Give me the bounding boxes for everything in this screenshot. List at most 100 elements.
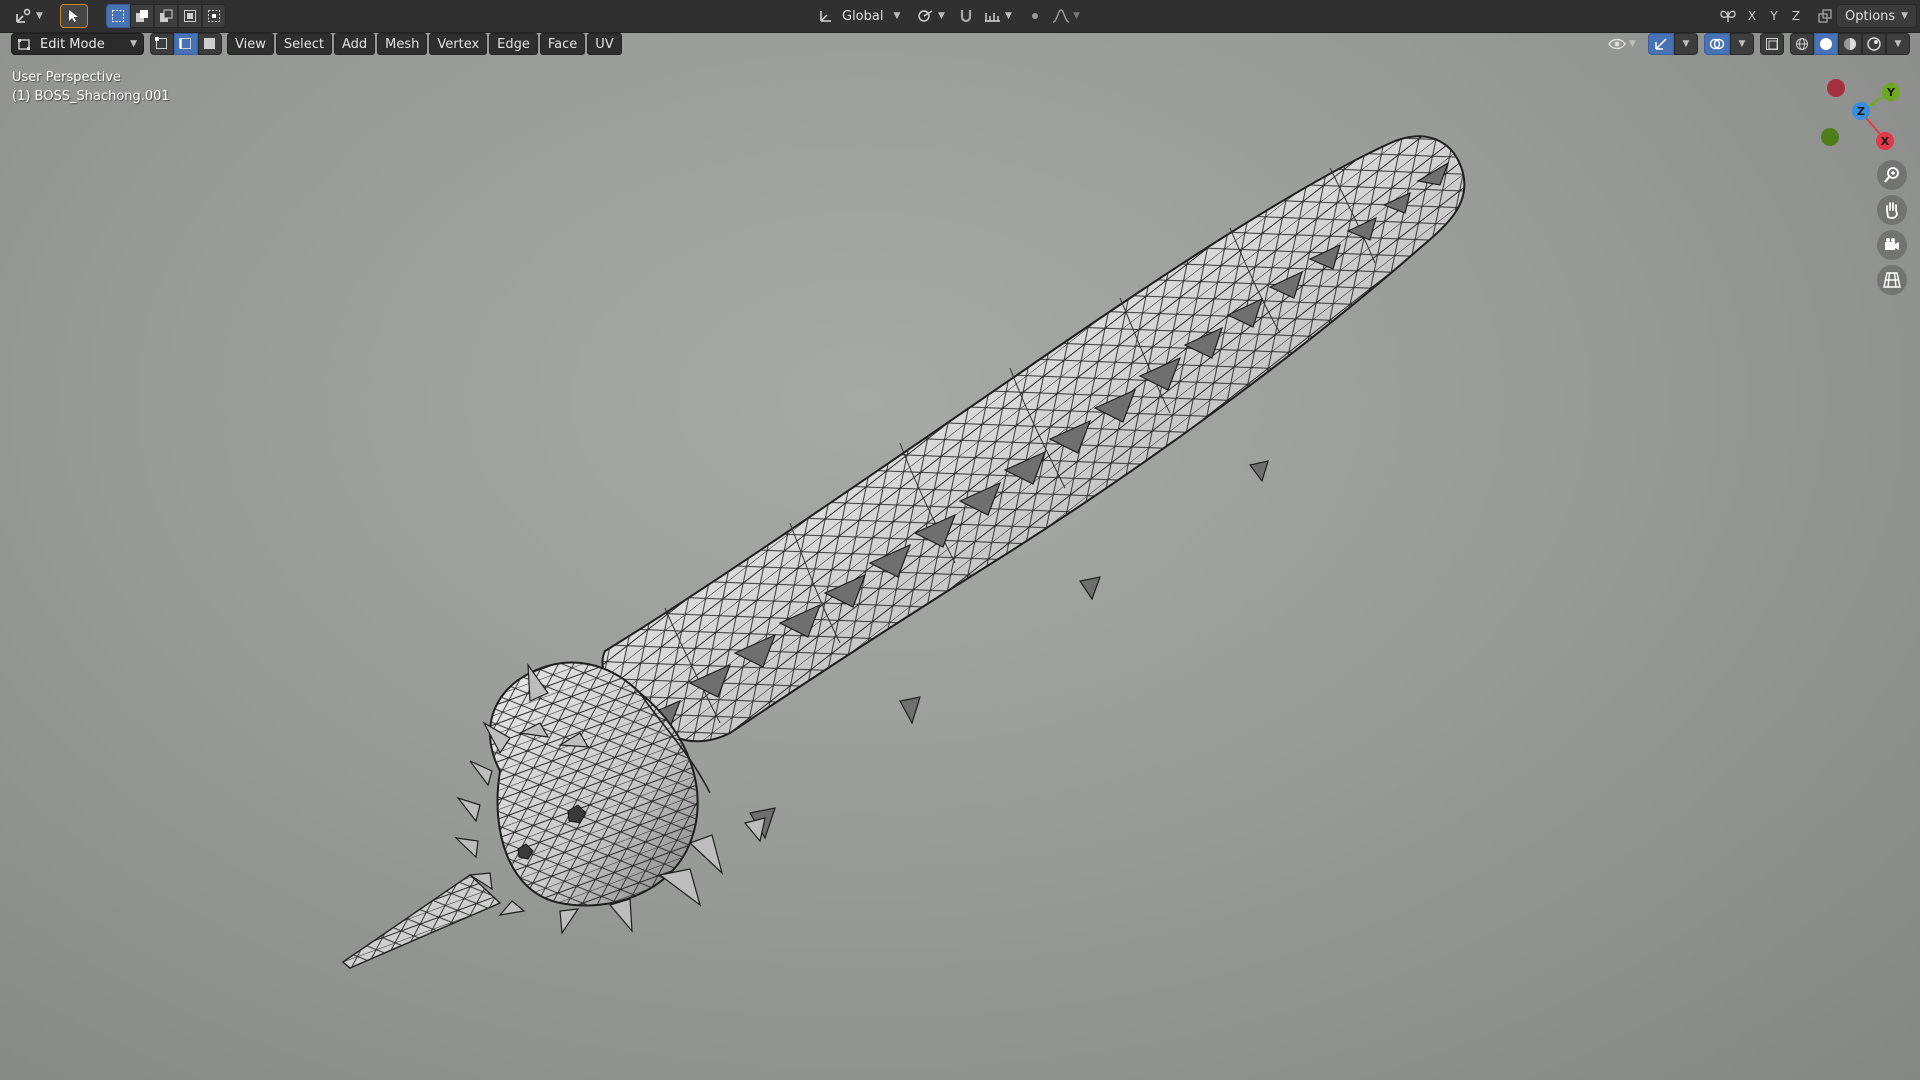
- mirror-z-toggle[interactable]: Z: [1786, 6, 1806, 26]
- chevron-down-icon: ▼: [1682, 39, 1690, 49]
- mesh-select-mode-group: [150, 33, 222, 55]
- pivot-icon: [918, 10, 933, 22]
- gizmo-z-ball[interactable]: Z: [1852, 102, 1870, 120]
- chevron-down-icon: ▼: [36, 11, 43, 21]
- snap-increment-icon: [985, 13, 1000, 22]
- mode-dropdown[interactable]: Edit Mode ▼: [11, 33, 144, 55]
- rendered-icon: [1867, 37, 1881, 51]
- 3d-viewport[interactable]: [0, 33, 1920, 1080]
- xray-icon: [1766, 38, 1778, 50]
- solid-icon: [1820, 38, 1832, 50]
- chevron-down-icon: ▼: [1901, 11, 1909, 21]
- select-mode-invert-button[interactable]: [178, 4, 202, 28]
- orientation-axes-icon: [820, 11, 831, 22]
- menu-uv[interactable]: UV: [587, 33, 622, 55]
- object-gizmo-icon: [16, 8, 31, 23]
- zoom-icon: [1884, 167, 1899, 183]
- edit-mode-icon: [18, 39, 30, 50]
- shading-wireframe-button[interactable]: [1790, 33, 1814, 55]
- face-select-icon: [204, 38, 215, 49]
- gizmo-neg-x-ball[interactable]: [1827, 79, 1845, 97]
- magnet-icon: [960, 10, 972, 23]
- camera-icon: [1885, 238, 1899, 250]
- pan-hand-icon: [1886, 202, 1898, 219]
- gizmo-icon: [1655, 38, 1667, 50]
- overlays-dropdown[interactable]: ▼: [1730, 33, 1754, 55]
- shading-solid-button[interactable]: [1814, 33, 1838, 55]
- select-extend-icon: [136, 10, 148, 22]
- proportional-editing-toggle[interactable]: [1025, 4, 1045, 28]
- visibility-dropdown[interactable]: ▼: [1602, 33, 1642, 55]
- grid-ortho-icon: [1883, 272, 1901, 288]
- menu-edge[interactable]: Edge: [489, 33, 538, 55]
- pan-button[interactable]: [1877, 195, 1907, 225]
- gizmo-toggle[interactable]: [1648, 33, 1674, 55]
- select-tool-button[interactable]: [60, 4, 88, 28]
- select-mode-new-button[interactable]: [106, 4, 130, 28]
- perspective-toggle-button[interactable]: [1877, 265, 1907, 295]
- camera-view-button[interactable]: [1877, 230, 1907, 260]
- proportional-icon: [1032, 13, 1038, 19]
- mirror-y-toggle[interactable]: Y: [1764, 6, 1784, 26]
- mesh-body: [601, 135, 1466, 743]
- gizmo-dropdown[interactable]: ▼: [1674, 33, 1698, 55]
- pivot-point-dropdown[interactable]: ▼: [913, 4, 949, 28]
- viewport-header-right: ▼ ▼ ▼ ▼: [1602, 33, 1910, 55]
- falloff-curve-icon: [1052, 9, 1070, 23]
- eye-icon: [1608, 38, 1626, 50]
- transform-orientation-dropdown[interactable]: Global ▼: [810, 4, 908, 28]
- cursor-select-icon: [69, 10, 78, 22]
- navigation-gizmo[interactable]: Y Z X: [1810, 72, 1910, 162]
- mirror-x-toggle[interactable]: X: [1742, 6, 1762, 26]
- tool-header: ▼ Global ▼ ▼ ▼ ▼ X Y Z Options ▼: [0, 0, 1920, 33]
- menu-view[interactable]: View: [227, 33, 274, 55]
- zoom-button[interactable]: [1877, 160, 1907, 190]
- viewport-header: Edit Mode ▼ View Select Add Mesh Vertex …: [0, 33, 1920, 57]
- butterfly-mirror-icon: [1720, 10, 1736, 22]
- snap-target-dropdown[interactable]: ▼: [981, 4, 1015, 28]
- vertex-select-button[interactable]: [150, 33, 174, 55]
- shading-rendered-button[interactable]: [1862, 33, 1886, 55]
- snap-toggle[interactable]: [955, 4, 977, 28]
- select-mode-extend-button[interactable]: [130, 4, 154, 28]
- mode-label: Edit Mode: [40, 36, 105, 52]
- select-mode-subtract-button[interactable]: [154, 4, 178, 28]
- menu-face[interactable]: Face: [539, 33, 586, 55]
- edge-select-button[interactable]: [174, 33, 198, 55]
- gizmo-neg-y-ball[interactable]: [1821, 128, 1839, 146]
- transform-orientation-label: Global: [842, 8, 884, 24]
- wireframe-icon: [1796, 38, 1808, 50]
- options-dropdown[interactable]: Options ▼: [1836, 4, 1918, 28]
- menu-add[interactable]: Add: [333, 33, 376, 55]
- select-mode-intersect-button[interactable]: [202, 4, 226, 28]
- menu-mesh[interactable]: Mesh: [377, 33, 428, 55]
- overlays-toggle[interactable]: [1704, 33, 1730, 55]
- select-subtract-icon: [160, 9, 173, 22]
- chevron-down-icon: ▼: [1894, 39, 1902, 49]
- chevron-down-icon: ▼: [130, 39, 137, 49]
- active-object-name: (1) BOSS_Shachong.001: [12, 89, 170, 104]
- shading-group: ▼: [1790, 33, 1910, 55]
- mirror-options-button[interactable]: [1716, 4, 1740, 28]
- viewport-menu: View Select Add Mesh Vertex Edge Face UV: [227, 33, 622, 55]
- xray-toggle[interactable]: [1760, 33, 1784, 55]
- auto-merge-toggle[interactable]: [1814, 4, 1836, 28]
- mesh-tail-spike: [341, 874, 502, 969]
- chevron-down-icon: ▼: [893, 11, 901, 21]
- chevron-down-icon: ▼: [1629, 39, 1636, 49]
- editor-type-button[interactable]: ▼: [10, 4, 48, 28]
- shading-material-button[interactable]: [1838, 33, 1862, 55]
- shading-dropdown[interactable]: ▼: [1886, 33, 1910, 55]
- select-new-icon: [112, 10, 124, 22]
- menu-select[interactable]: Select: [275, 33, 332, 55]
- select-intersect-icon: [208, 10, 220, 22]
- face-select-button[interactable]: [198, 33, 222, 55]
- chevron-down-icon: ▼: [1005, 11, 1012, 21]
- proportional-falloff-dropdown[interactable]: ▼: [1049, 4, 1083, 28]
- viewport-nav-buttons: [1877, 160, 1907, 295]
- gizmo-y-ball[interactable]: Y: [1882, 83, 1900, 101]
- menu-vertex[interactable]: Vertex: [429, 33, 488, 55]
- view-name: User Perspective: [12, 70, 122, 85]
- gizmo-x-ball[interactable]: X: [1876, 132, 1894, 150]
- vertex-select-icon: [155, 37, 167, 49]
